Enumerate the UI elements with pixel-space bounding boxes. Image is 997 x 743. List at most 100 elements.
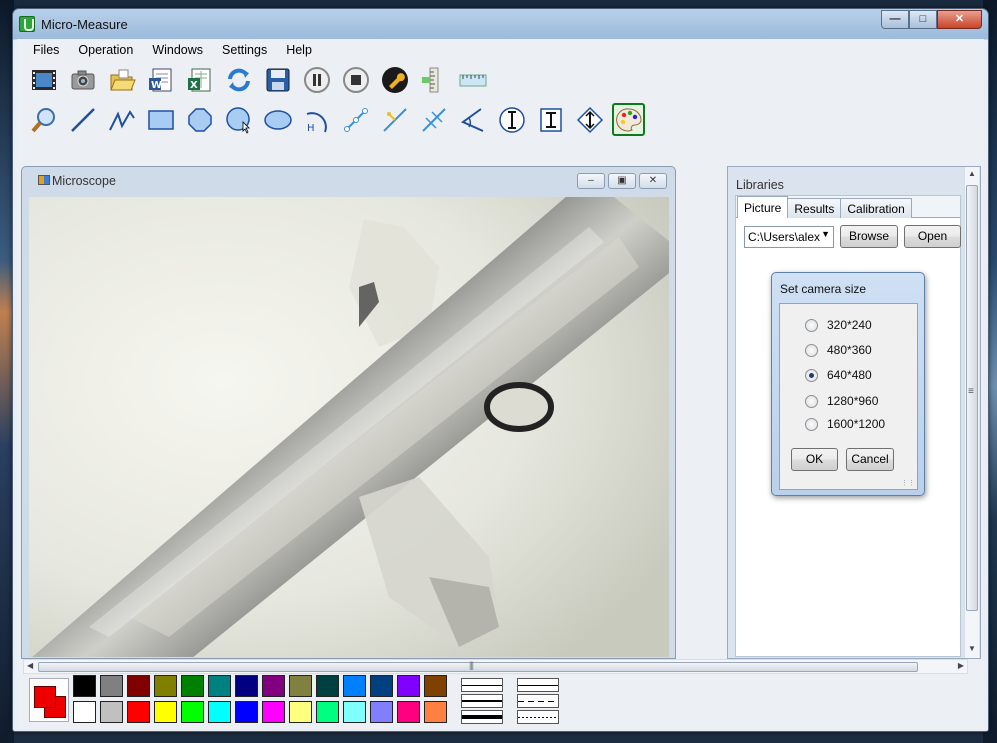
radio-320x240[interactable] [805,318,818,332]
option-480x360[interactable]: 480*360 [805,343,872,357]
circle-tool-button[interactable] [222,103,255,136]
radio-640x480[interactable] [805,368,818,382]
libraries-scroll-thumb[interactable] [966,185,978,611]
color-swatch[interactable] [208,675,231,697]
line-style-solid[interactable] [517,678,559,692]
scroll-up-icon[interactable]: ▲ [968,169,976,178]
horizontal-scrollbar[interactable]: ◀ ▶ [23,659,968,674]
color-swatch[interactable] [424,675,447,697]
color-swatch[interactable] [181,701,204,723]
color-swatch[interactable] [289,701,312,723]
browse-button[interactable]: Browse [840,225,898,248]
color-swatch[interactable] [235,675,258,697]
libraries-scrollbar[interactable]: ▲ ▼ [964,167,979,658]
cancel-button[interactable]: Cancel [846,448,894,471]
color-swatch[interactable] [424,701,447,723]
color-swatch[interactable] [154,701,177,723]
color-swatch[interactable] [73,701,96,723]
settings-tool-button[interactable] [378,63,411,96]
color-swatch[interactable] [208,701,231,723]
option-1600x1200[interactable]: 1600*1200 [805,417,885,431]
text-tool-button[interactable] [534,103,567,136]
radio-1280x960[interactable] [805,394,818,408]
menu-help[interactable]: Help [276,39,321,61]
microscope-restore-button[interactable]: ▣ [608,173,636,189]
menu-settings[interactable]: Settings [212,39,276,61]
video-button[interactable] [27,63,60,96]
line-style-dashed[interactable] [517,694,559,708]
save-button[interactable] [261,63,294,96]
camera-view[interactable] [29,197,669,657]
tab-picture[interactable]: Picture [737,196,789,218]
scroll-left-icon[interactable]: ◀ [27,661,33,670]
option-320x240[interactable]: 320*240 [805,318,872,332]
export-word-button[interactable]: W [144,63,177,96]
scroll-right-icon[interactable]: ▶ [958,661,964,670]
line-style-thick[interactable] [461,710,503,724]
color-picker-button[interactable] [612,103,645,136]
ok-button[interactable]: OK [791,448,838,471]
color-swatch[interactable] [397,675,420,697]
color-swatch[interactable] [127,701,150,723]
maximize-button[interactable]: □ [909,10,937,29]
line-style-dotted[interactable] [517,710,559,724]
radio-480x360[interactable] [805,343,818,357]
horizontal-ruler-button[interactable] [456,63,489,96]
menu-files[interactable]: Files [23,39,68,61]
color-swatch[interactable] [73,675,96,697]
resize-grip-icon[interactable]: ⋮⋮ [901,479,915,487]
color-swatch[interactable] [370,701,393,723]
line-tool-button[interactable] [66,103,99,136]
scroll-down-icon[interactable]: ▼ [968,644,976,653]
microscope-minimize-button[interactable]: – [577,173,605,189]
ellipse-tool-button[interactable] [261,103,294,136]
angle-tool-button[interactable] [456,103,489,136]
distance-tool-button[interactable] [339,103,372,136]
minimize-button[interactable]: — [881,10,909,29]
zoom-button[interactable] [27,103,60,136]
polygon-tool-button[interactable] [183,103,216,136]
color-swatch[interactable] [316,701,339,723]
color-swatch[interactable] [235,701,258,723]
polyline-tool-button[interactable] [105,103,138,136]
color-swatch[interactable] [370,675,393,697]
path-dropdown[interactable]: C:\Users\alex ▼ [744,226,834,248]
title-bar[interactable]: Micro-Measure — □ ✕ [13,9,988,39]
microscope-close-button[interactable]: ✕ [639,173,667,189]
tab-calibration[interactable]: Calibration [840,198,912,218]
point-line-tool-button[interactable] [378,103,411,136]
tab-results[interactable]: Results [787,198,842,218]
color-swatch[interactable] [289,675,312,697]
vertical-ruler-button[interactable] [417,63,450,96]
option-640x480[interactable]: 640*480 [805,368,872,382]
open-image-button[interactable] [105,63,138,96]
current-color[interactable] [29,678,69,722]
refresh-button[interactable] [222,63,255,96]
color-swatch[interactable] [262,701,285,723]
color-swatch[interactable] [262,675,285,697]
open-button[interactable]: Open [904,225,961,248]
stop-button[interactable] [339,63,372,96]
menu-operation[interactable]: Operation [68,39,142,61]
color-swatch[interactable] [181,675,204,697]
horizontal-scroll-thumb[interactable] [38,660,918,672]
option-1280x960[interactable]: 1280*960 [805,394,878,408]
close-button[interactable]: ✕ [937,10,982,29]
color-swatch[interactable] [127,675,150,697]
diamond-measure-button[interactable] [573,103,606,136]
foreground-color-swatch[interactable] [34,686,56,708]
export-excel-button[interactable]: X [183,63,216,96]
snapshot-button[interactable] [66,63,99,96]
menu-windows[interactable]: Windows [142,39,212,61]
arc-tool-button[interactable]: H [300,103,333,136]
pause-button[interactable] [300,63,333,96]
color-swatch[interactable] [100,701,123,723]
radio-1600x1200[interactable] [805,417,818,431]
parallel-tool-button[interactable] [417,103,450,136]
color-swatch[interactable] [343,675,366,697]
color-swatch[interactable] [343,701,366,723]
color-swatch[interactable] [397,701,420,723]
color-swatch[interactable] [100,675,123,697]
line-style-thin[interactable] [461,678,503,692]
line-style-medium[interactable] [461,694,503,708]
